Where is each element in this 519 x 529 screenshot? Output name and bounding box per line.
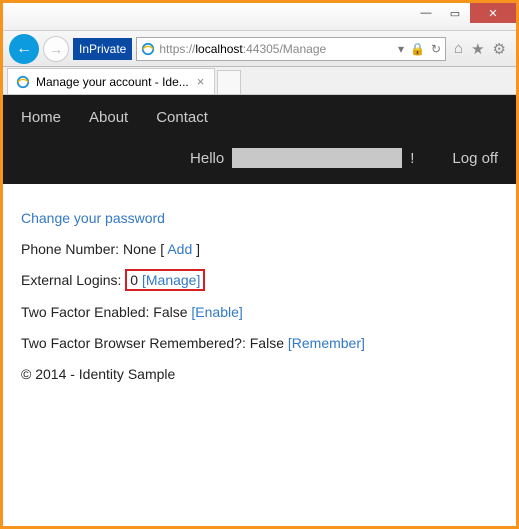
external-logins-count: 0 xyxy=(130,272,138,288)
settings-gear-icon[interactable]: ⚙ xyxy=(493,40,506,58)
url-text: https://localhost:44305/Manage xyxy=(159,42,394,56)
main-content: Change your password Phone Number: None … xyxy=(3,184,516,409)
window-titlebar: — ▭ ✕ xyxy=(3,3,516,31)
hello-exclaim: ! xyxy=(410,150,414,167)
external-logins-label: External Logins: xyxy=(21,272,121,288)
window-maximize-button[interactable]: ▭ xyxy=(441,3,469,23)
lock-icon[interactable]: 🔒 xyxy=(410,42,425,56)
tab-bar: Manage your account - Ide... × xyxy=(3,67,516,95)
url-input[interactable]: https://localhost:44305/Manage ▾ 🔒 ↻ xyxy=(136,37,446,61)
nav-link-contact[interactable]: Contact xyxy=(156,109,208,126)
tab-title: Manage your account - Ide... xyxy=(36,75,189,89)
nav-link-home[interactable]: Home xyxy=(21,109,61,126)
address-bar: ← → InPrivate https://localhost:44305/Ma… xyxy=(3,31,516,67)
tab-favicon-icon xyxy=(16,75,30,89)
ie-logo-icon xyxy=(141,42,155,56)
logoff-link[interactable]: Log off xyxy=(452,150,498,167)
bracket-open: [ xyxy=(156,241,167,257)
tab-close-icon[interactable]: × xyxy=(195,74,207,89)
window-minimize-button[interactable]: — xyxy=(412,3,440,23)
two-factor-enable-link[interactable]: [Enable] xyxy=(191,304,242,320)
phone-label: Phone Number: xyxy=(21,241,123,257)
new-tab-button[interactable] xyxy=(217,70,241,94)
two-factor-browser-label: Two Factor Browser Remembered?: xyxy=(21,335,250,351)
external-logins-manage-link[interactable]: [Manage] xyxy=(142,272,200,288)
browser-tab[interactable]: Manage your account - Ide... × xyxy=(7,68,215,94)
nav-link-about[interactable]: About xyxy=(89,109,128,126)
inprivate-badge: InPrivate xyxy=(73,38,132,60)
refresh-icon[interactable]: ↻ xyxy=(431,42,441,56)
favorites-icon[interactable]: ★ xyxy=(471,40,484,58)
phone-add-link[interactable]: Add xyxy=(167,241,192,257)
home-icon[interactable]: ⌂ xyxy=(454,40,463,58)
phone-value: None xyxy=(123,241,156,257)
two-factor-enabled-label: Two Factor Enabled: xyxy=(21,304,153,320)
hello-label: Hello xyxy=(190,150,224,167)
change-password-link[interactable]: Change your password xyxy=(21,210,165,226)
window-close-button[interactable]: ✕ xyxy=(470,3,516,23)
url-dropdown-icon[interactable]: ▾ xyxy=(398,42,404,56)
nav-forward-button[interactable]: → xyxy=(43,36,69,62)
footer-text: © 2014 - Identity Sample xyxy=(21,362,498,387)
site-navbar: Home About Contact Hello ! Log off xyxy=(3,95,516,184)
two-factor-browser-value: False xyxy=(250,335,284,351)
username-redacted xyxy=(232,148,402,168)
two-factor-enabled-value: False xyxy=(153,304,187,320)
page-viewport: Home About Contact Hello ! Log off Chang… xyxy=(3,95,516,526)
nav-back-button[interactable]: ← xyxy=(9,34,39,64)
two-factor-remember-link[interactable]: [Remember] xyxy=(288,335,365,351)
external-logins-highlight: 0 [Manage] xyxy=(125,269,205,291)
bracket-close: ] xyxy=(192,241,200,257)
